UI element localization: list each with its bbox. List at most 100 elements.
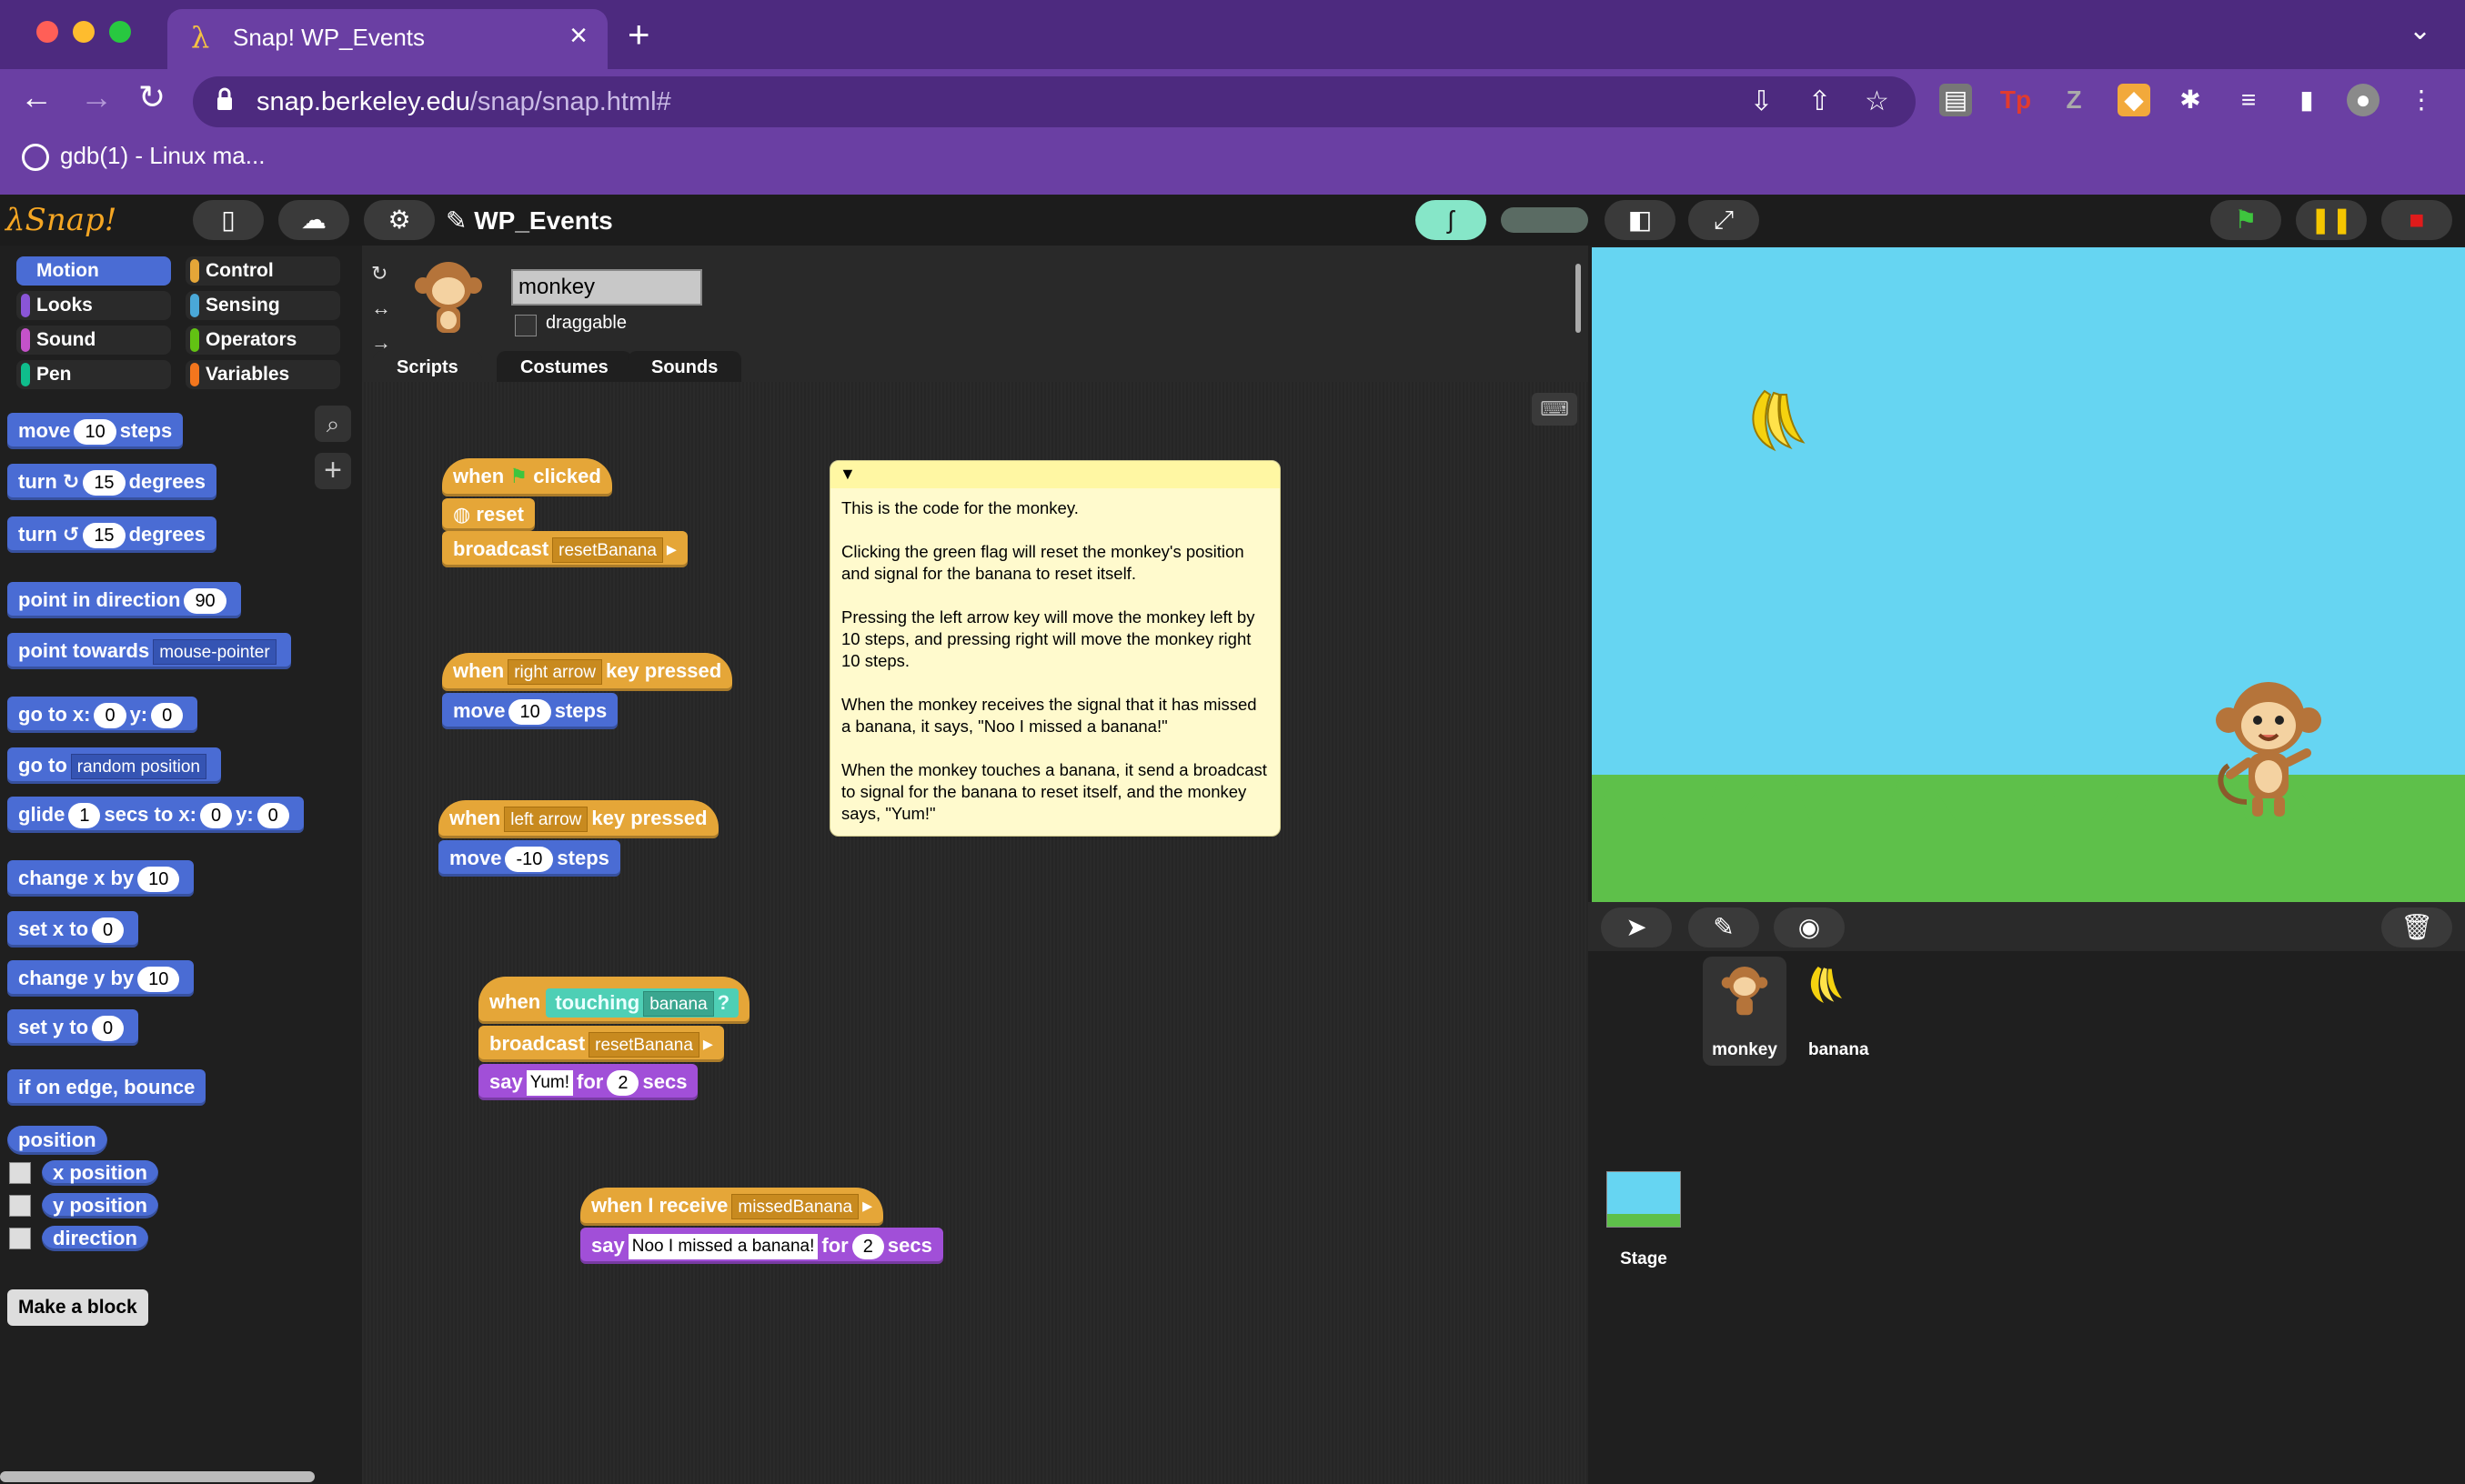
comment-header[interactable]: ▼ [830,461,1280,488]
reporter-y-position[interactable]: y position [42,1193,158,1218]
x-position-checkbox[interactable] [9,1162,31,1184]
comment-text[interactable]: This is the code for the monkey. Clickin… [830,488,1280,834]
block-move-left[interactable]: move -10 steps [438,840,620,877]
block-turn-right[interactable]: turn ↻ 15 degrees [7,464,216,500]
category-variables[interactable]: Variables [186,360,340,389]
extension-z-icon[interactable]: Z [2058,84,2090,116]
side-panel-icon[interactable]: ▮ [2290,84,2323,116]
block-point-in-direction[interactable]: point in direction 90 [7,582,241,618]
new-tab-icon[interactable]: + [628,13,650,56]
category-operators[interactable]: Operators [186,326,340,355]
block-point-towards[interactable]: point towards mouse-pointer [7,633,291,669]
cloud-icon[interactable]: ☁ [278,200,349,240]
category-motion[interactable]: Motion [16,256,171,286]
address-bar[interactable]: snap.berkeley.edu/snap/snap.html# ⇩ ⇧ ☆ [193,76,1916,127]
hat-when-i-receive[interactable]: when I receive missedBanana ▸ [580,1188,884,1226]
stage-thumbnail[interactable] [1606,1171,1681,1228]
profile-avatar[interactable]: ● [2347,84,2379,116]
block-broadcast-reset[interactable]: broadcast resetBanana ▸ [442,531,688,567]
footprints-icon[interactable]: ʃ [1415,200,1486,240]
y-position-checkbox[interactable] [9,1195,31,1217]
green-flag-icon[interactable]: ⚑ [2210,200,2281,240]
share-icon[interactable]: ⇧ [1808,85,1831,117]
block-bounce[interactable]: if on edge, bounce [7,1069,206,1106]
speed-slider[interactable] [1501,207,1588,233]
hat-when-left-arrow-pressed[interactable]: when left arrow key pressed [438,800,719,838]
reporter-x-position[interactable]: x position [42,1160,158,1186]
close-window-dot[interactable] [36,21,58,43]
reporter-direction[interactable]: direction [42,1226,148,1251]
hat-when-flag-clicked[interactable]: when ⚑ clicked [442,458,612,496]
category-sound[interactable]: Sound [16,326,171,355]
rotation-style-icons[interactable]: ↻ ↔ → [371,256,391,360]
file-icon[interactable]: ▯ [193,200,264,240]
category-sensing[interactable]: Sensing [186,291,340,320]
block-reset[interactable]: ◍ reset [442,498,535,531]
block-turn-left[interactable]: turn ↺ 15 degrees [7,516,216,553]
maximize-window-dot[interactable] [109,21,131,43]
puzzle-icon[interactable]: ✱ [2174,84,2207,116]
block-move[interactable]: move 10 steps [7,413,184,449]
stage-size-icon[interactable]: ◧ [1605,200,1675,240]
predicate-touching[interactable]: touching banana? [546,988,740,1018]
minimize-window-dot[interactable] [73,21,95,43]
corral-sprite-monkey[interactable]: monkey [1703,957,1786,1066]
script-comment[interactable]: ▼ This is the code for the monkey. Click… [830,460,1281,837]
reload-icon[interactable]: ↻ [138,78,166,116]
block-say-yum[interactable]: say Yum! for 2 secs [478,1064,699,1100]
block-move-right[interactable]: move 10 steps [442,693,619,729]
palette-scrollbar[interactable] [0,1471,315,1482]
sprite-name-input[interactable]: monkey [511,269,702,306]
editor-scrollbar[interactable] [1575,264,1581,333]
close-tab-icon[interactable]: × [569,18,588,54]
category-looks[interactable]: Looks [16,291,171,320]
block-change-y[interactable]: change y by 10 [7,960,195,997]
back-icon[interactable]: ← [20,78,53,116]
chevron-down-icon[interactable]: ⌄ [2409,15,2431,46]
kebab-menu-icon[interactable]: ⋮ [2405,84,2438,116]
block-set-x[interactable]: set x to 0 [7,911,139,948]
draggable-checkbox[interactable] [515,315,537,336]
block-go-to[interactable]: go to random position [7,747,221,784]
star-icon[interactable]: ☆ [1865,85,1889,117]
category-control[interactable]: Control [186,256,340,286]
bookmark-item[interactable]: gdb(1) - Linux ma... [22,142,265,172]
stop-icon[interactable]: ■ [2381,200,2452,240]
monkey-sprite[interactable] [2210,675,2329,829]
hat-when-right-arrow-pressed[interactable]: when right arrow key pressed [442,653,733,691]
trash-icon[interactable]: 🗑 [2381,907,2452,948]
reading-list-icon[interactable]: ≡ [2232,84,2265,116]
block-go-to-xy[interactable]: go to x: 0 y: 0 [7,697,198,733]
block-say-noo[interactable]: say Noo I missed a banana! for 2 secs [580,1228,943,1264]
block-broadcast-reset-2[interactable]: broadcast resetBanana ▸ [478,1026,724,1062]
forward-icon[interactable]: → [80,78,113,116]
add-block-icon[interactable]: + [315,453,351,489]
extension-print-icon[interactable]: ▤ [1939,84,1972,116]
camera-icon[interactable]: ◉ [1774,907,1845,948]
tab-sounds[interactable]: Sounds [628,351,742,384]
hat-when-touching-banana[interactable]: when touching banana? [478,977,750,1024]
banana-sprite[interactable] [1737,384,1810,456]
tab-scripts[interactable]: Scripts [373,351,482,384]
corral-sprite-banana[interactable]: banana [1796,957,1879,1066]
block-change-x[interactable]: change x by 10 [7,860,195,897]
category-pen[interactable]: Pen [16,360,171,389]
search-blocks-icon[interactable]: ⌕ [315,406,351,442]
fullscreen-icon[interactable]: ⤢ [1688,200,1759,240]
reporter-position[interactable]: position [7,1126,107,1155]
make-a-block-button[interactable]: Make a block [7,1289,148,1326]
browser-tab[interactable]: λ Snap! WP_Events × [167,9,608,69]
block-glide[interactable]: glide 1 secs to x: 0 y: 0 [7,797,304,833]
install-icon[interactable]: ⇩ [1750,85,1773,117]
snap-logo[interactable]: λSnap! [5,202,116,238]
tab-costumes[interactable]: Costumes [497,351,632,384]
block-set-y[interactable]: set y to 0 [7,1009,139,1046]
extension-tp-icon[interactable]: Tp [1999,84,2032,116]
paintbrush-icon[interactable]: ✎ [1688,907,1759,948]
direction-checkbox[interactable] [9,1228,31,1249]
stage[interactable] [1592,247,2465,902]
turtle-arrow-icon[interactable]: ➤ [1601,907,1672,948]
extension-drive-icon[interactable]: ◆ [2118,84,2150,116]
pause-icon[interactable]: ❚❚ [2296,200,2367,240]
gear-icon[interactable]: ⚙ [364,200,435,240]
